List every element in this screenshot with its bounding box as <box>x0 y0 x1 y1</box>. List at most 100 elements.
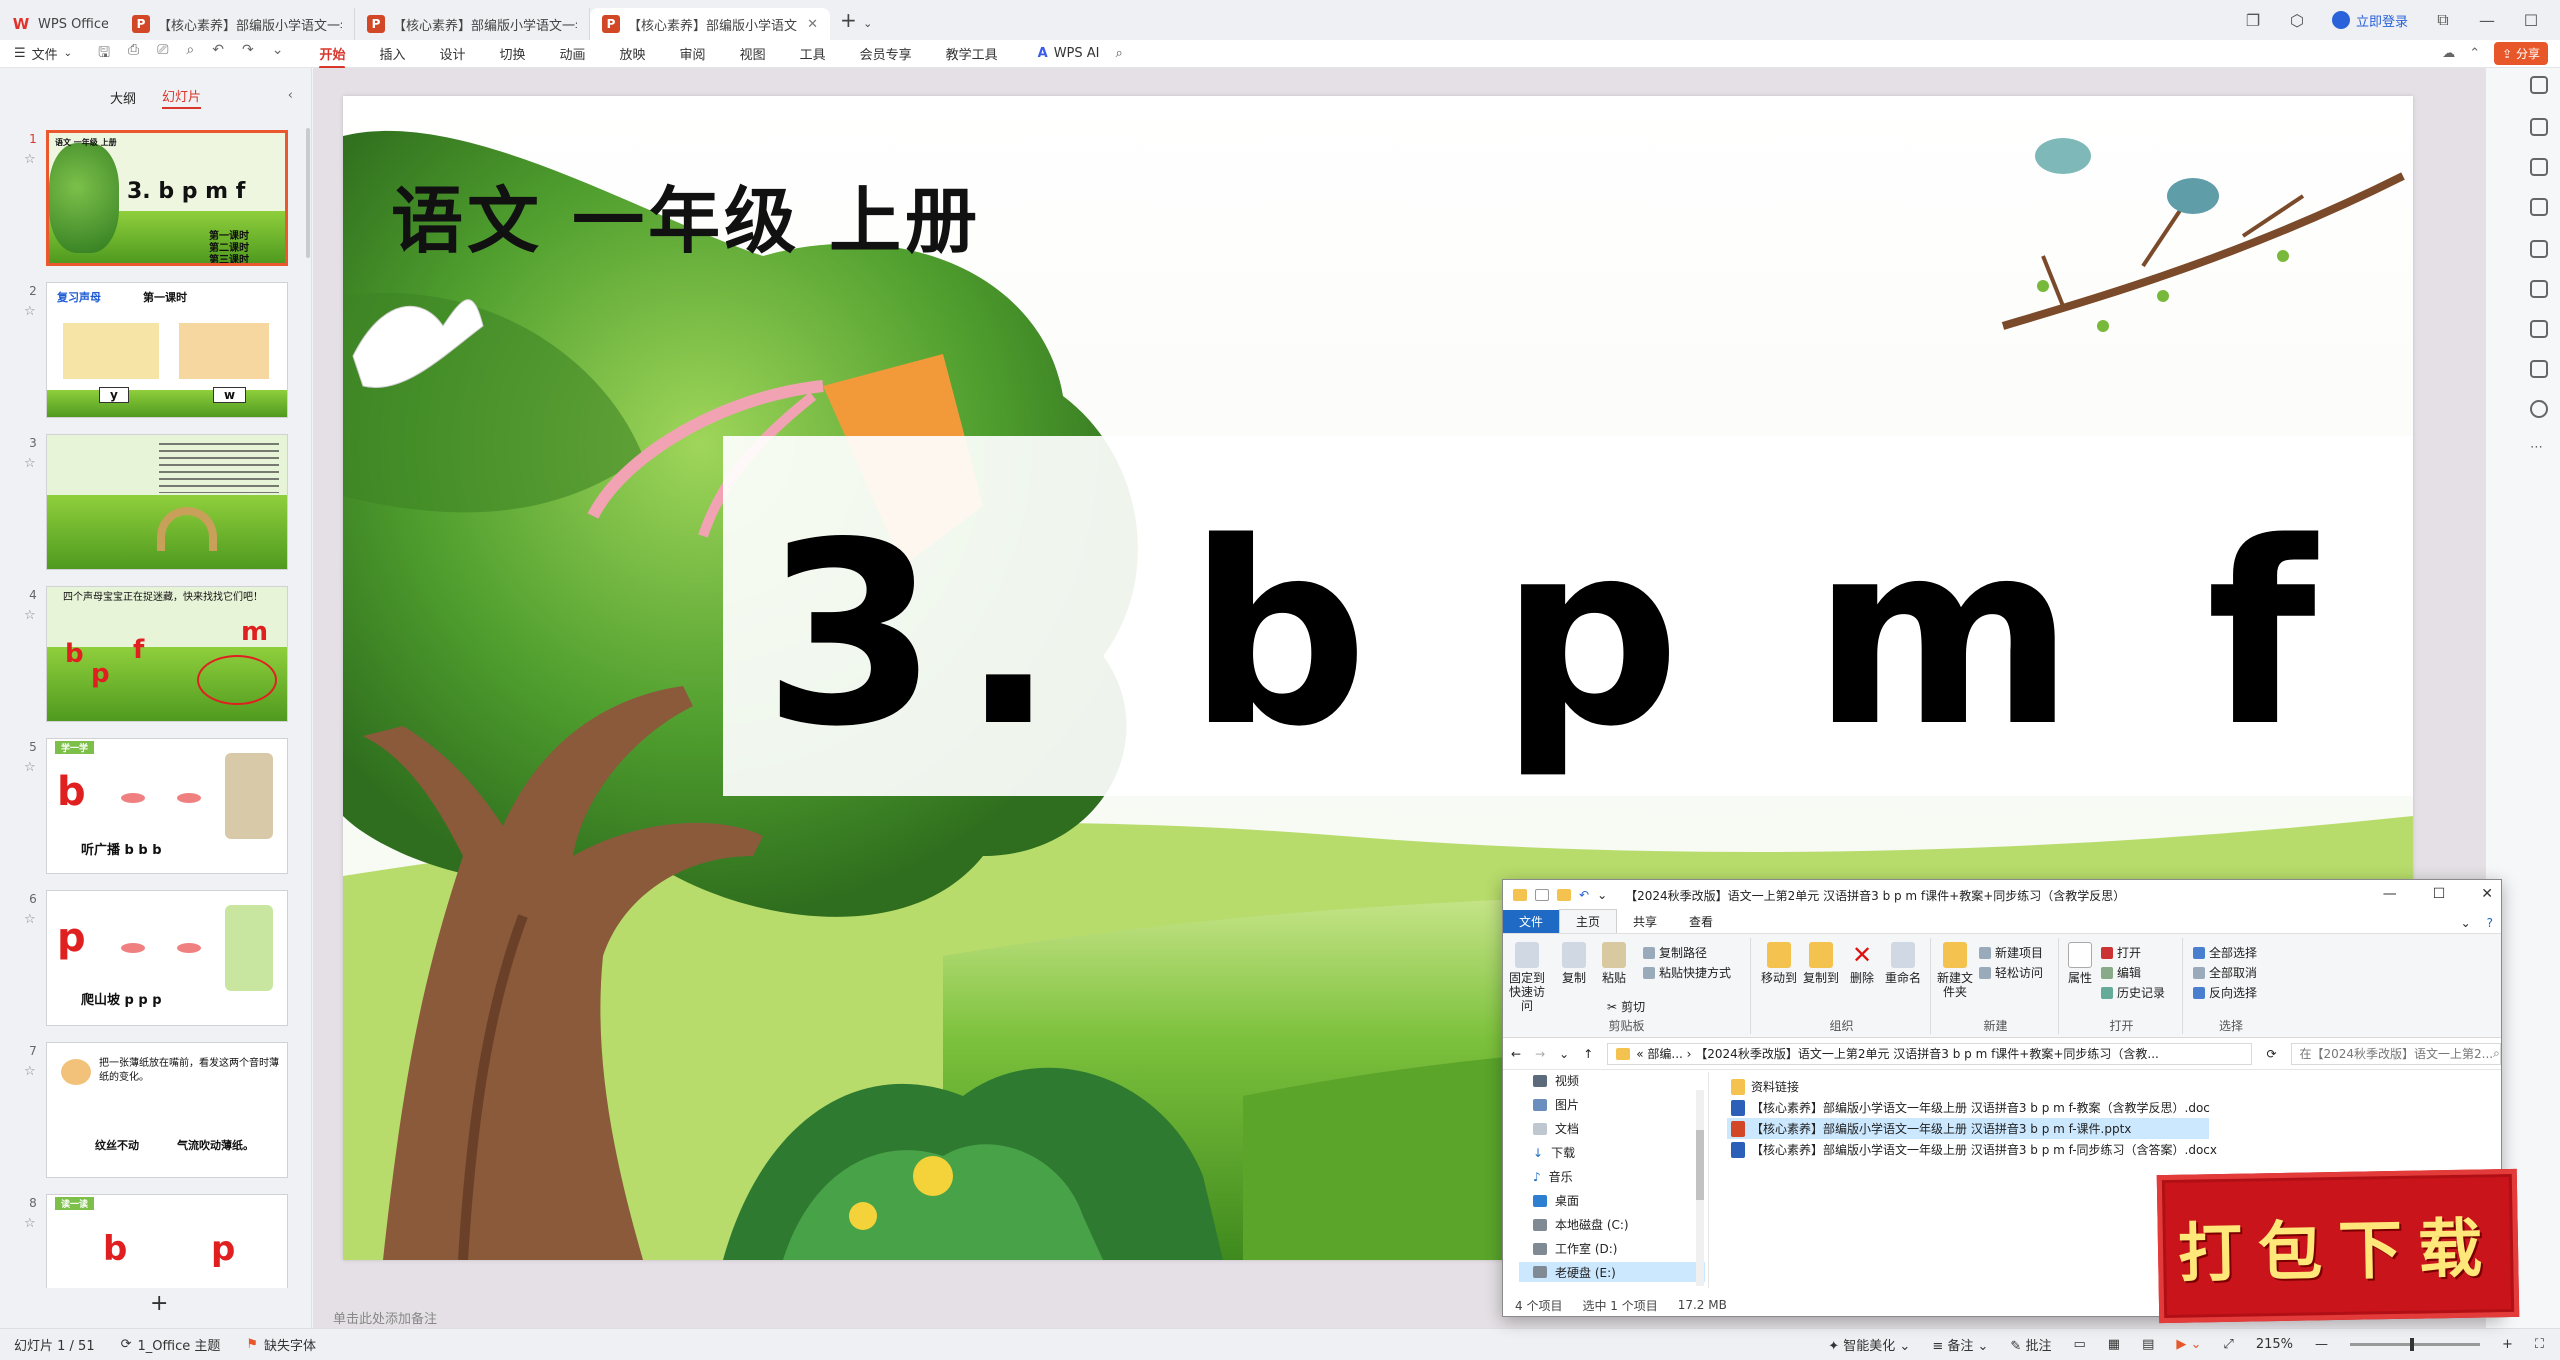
help-icon[interactable] <box>2530 400 2548 418</box>
undo-icon[interactable]: ↶ <box>1579 888 1589 902</box>
zoom-in-icon[interactable]: + <box>2502 1337 2513 1352</box>
tab-home[interactable]: 开始 <box>319 44 346 69</box>
tab-animation[interactable]: 动画 <box>560 44 586 63</box>
tab-slides[interactable]: 幻灯片 <box>162 86 202 109</box>
normal-view-icon[interactable]: ▭ <box>2073 1337 2085 1352</box>
download-package-badge[interactable]: 打包下载 <box>2156 1168 2520 1324</box>
slide-thumbnail[interactable]: 读一读 b p <box>46 1194 288 1288</box>
paste-button[interactable]: 粘贴 <box>1599 942 1629 985</box>
star-icon[interactable]: ☆ <box>24 304 36 319</box>
file-menu-button[interactable]: ☰ 文件 ⌄ <box>14 44 72 63</box>
star-icon[interactable]: ☆ <box>24 456 36 471</box>
back-arrow-icon[interactable]: ← <box>1511 1047 1521 1061</box>
star-icon[interactable]: ☆ <box>24 1216 36 1231</box>
wps-ai-button[interactable]: A WPS AI <box>1038 46 1100 61</box>
notes-button[interactable]: ≡ 备注 ⌄ <box>1932 1335 1988 1354</box>
thumbnail-row-2[interactable]: 2 ☆ 复习声母 第一课时 y w <box>0 282 312 422</box>
tab-document-1[interactable]: P 【核心素养】部编版小学语文一年级 <box>120 8 355 40</box>
copy-to-button[interactable]: 复制到 <box>1801 942 1841 985</box>
star-icon[interactable]: ☆ <box>24 1064 36 1079</box>
nav-item-pictures[interactable]: 图片 <box>1533 1096 1579 1113</box>
tab-share[interactable]: 共享 <box>1617 910 1673 933</box>
restore-window-icon[interactable]: ⧉ <box>2434 10 2452 30</box>
star-icon[interactable] <box>2530 158 2548 176</box>
nav-item-videos[interactable]: 视频 <box>1533 1072 1579 1089</box>
print-icon[interactable]: ⎚ <box>157 42 168 66</box>
copy-path-button[interactable]: 复制路径 <box>1643 944 1707 961</box>
reading-view-icon[interactable]: ▤ <box>2142 1337 2154 1352</box>
properties-icon[interactable] <box>1535 889 1549 901</box>
more-options-icon[interactable]: ⋯ <box>2530 440 2543 455</box>
refresh-icon[interactable]: ⟳ <box>2266 1047 2276 1061</box>
delete-button[interactable]: ✕ 删除 <box>1847 942 1877 985</box>
tab-document-3-active[interactable]: P 【核心素养】部编版小学语文 ✕ <box>590 8 830 40</box>
tab-slideshow[interactable]: 放映 <box>620 44 646 63</box>
tab-design[interactable]: 设计 <box>439 44 465 63</box>
slide-thumbnail[interactable] <box>46 434 288 570</box>
tab-wps-home[interactable]: W WPS Office <box>0 8 120 40</box>
new-item-button[interactable]: 新建项目 <box>1979 944 2043 961</box>
cube-icon[interactable]: ⬡ <box>2288 11 2306 30</box>
new-tab-plus-icon[interactable]: + ⌄ <box>840 8 872 32</box>
slide-thumbnail[interactable]: p 爬山坡 p p p <box>46 890 288 1026</box>
tab-member[interactable]: 会员专享 <box>860 44 912 63</box>
link-icon[interactable] <box>2530 360 2548 378</box>
fit-window-icon[interactable]: ⤢ <box>2223 1337 2233 1352</box>
open-button[interactable]: 打开 <box>2101 944 2141 961</box>
nav-item-drive-c[interactable]: 本地磁盘 (C:) <box>1533 1216 1629 1233</box>
theme-indicator[interactable]: ⟳ 1_Office 主题 <box>121 1335 221 1354</box>
slide-thumbnail[interactable]: 复习声母 第一课时 y w <box>46 282 288 418</box>
comments-button[interactable]: ✎ 批注 <box>2010 1335 2051 1354</box>
export-pdf-icon[interactable]: ⎙ <box>128 42 139 66</box>
nav-item-drive-e[interactable]: 老硬盘 (E:) <box>1519 1262 1705 1282</box>
maximize-icon[interactable]: ☐ <box>2522 11 2540 30</box>
expand-ribbon-icon[interactable]: ⌄ <box>2453 913 2479 933</box>
nav-item-drive-d[interactable]: 工作室 (D:) <box>1533 1240 1617 1257</box>
navigation-scrollbar[interactable] <box>1696 1090 1704 1286</box>
more-icon[interactable]: ⌄ <box>272 42 284 66</box>
save-icon[interactable]: 🖫 <box>98 42 110 66</box>
tab-home[interactable]: 主页 <box>1559 909 1618 933</box>
thumbnail-scrollbar[interactable] <box>306 128 310 258</box>
cloud-sync-icon[interactable]: ☁ <box>2442 46 2455 61</box>
forward-arrow-icon[interactable]: → <box>1535 1047 1545 1061</box>
nav-item-desktop[interactable]: 桌面 <box>1533 1192 1579 1209</box>
slide-thumbnail[interactable]: 语文 一年级 上册 3. b p m f 第一课时 第二课时 第三课时 <box>46 130 288 266</box>
move-to-button[interactable]: 移动到 <box>1759 942 1799 985</box>
tab-view[interactable]: 查看 <box>1673 910 1729 933</box>
new-folder-button[interactable]: 新建文件夹 <box>1937 942 1973 999</box>
login-button[interactable]: 立即登录 <box>2331 11 2408 30</box>
list-item[interactable]: 资料链接 <box>1727 1076 2501 1097</box>
notes-placeholder[interactable]: 单击此处添加备注 <box>333 1308 437 1327</box>
nav-item-music[interactable]: ♪ 音乐 <box>1533 1168 1573 1185</box>
slide-thumbnail[interactable]: 把一张薄纸放在嘴前，看发这两个音时薄纸的变化。 纹丝不动 气流吹动薄纸。 <box>46 1042 288 1178</box>
list-item[interactable]: 【核心素养】部编版小学语文一年级上册 汉语拼音3 b p m f-同步练习（含答… <box>1727 1139 2501 1160</box>
zoom-level[interactable]: 215% <box>2256 1337 2293 1352</box>
settings-sliders-icon[interactable] <box>2530 118 2548 136</box>
star-icon[interactable]: ☆ <box>24 608 36 623</box>
thumbnail-row-7[interactable]: 7 ☆ 把一张薄纸放在嘴前，看发这两个音时薄纸的变化。 纹丝不动 气流吹动薄纸。 <box>0 1042 312 1182</box>
slide-thumbnail[interactable]: 学一学 b 听广播 b b b <box>46 738 288 874</box>
tab-review[interactable]: 审阅 <box>680 44 706 63</box>
search-box[interactable]: 在【2024秋季改版】语文一上第2... ⌕ <box>2290 1042 2501 1065</box>
fullscreen-icon[interactable]: ⛶ <box>2535 1337 2544 1352</box>
select-all-button[interactable]: 全部选择 <box>2193 944 2257 961</box>
beautify-button[interactable]: ✦ 智能美化 ⌄ <box>1828 1335 1910 1354</box>
cut-button[interactable]: ✂ 剪切 <box>1607 998 1645 1015</box>
shape-icon[interactable] <box>2530 240 2548 258</box>
tab-transitions[interactable]: 切换 <box>500 44 526 63</box>
maximize-icon[interactable]: ☐ <box>2433 886 2446 902</box>
thumbnail-row-8[interactable]: 8 ☆ 读一读 b p <box>0 1194 312 1288</box>
recent-locations-icon[interactable]: ⌄ <box>1559 1047 1569 1061</box>
star-icon[interactable]: ☆ <box>24 152 36 167</box>
magic-icon[interactable] <box>2530 280 2548 298</box>
pin-quick-access-button[interactable]: 固定到快速访问 <box>1509 942 1545 1013</box>
up-arrow-icon[interactable]: ↑ <box>1583 1047 1593 1061</box>
nav-item-documents[interactable]: 文档 <box>1533 1120 1579 1137</box>
nav-item-downloads[interactable]: ↓ 下载 <box>1533 1144 1575 1161</box>
collapse-ribbon-icon[interactable]: ⌃ <box>2469 46 2480 61</box>
minimize-icon[interactable]: — <box>2478 11 2496 30</box>
copy-icon[interactable] <box>2530 198 2548 216</box>
slide-main-title[interactable]: 3. b p m f <box>763 510 2338 762</box>
paste-shortcut-button[interactable]: 粘贴快捷方式 <box>1643 964 1731 981</box>
